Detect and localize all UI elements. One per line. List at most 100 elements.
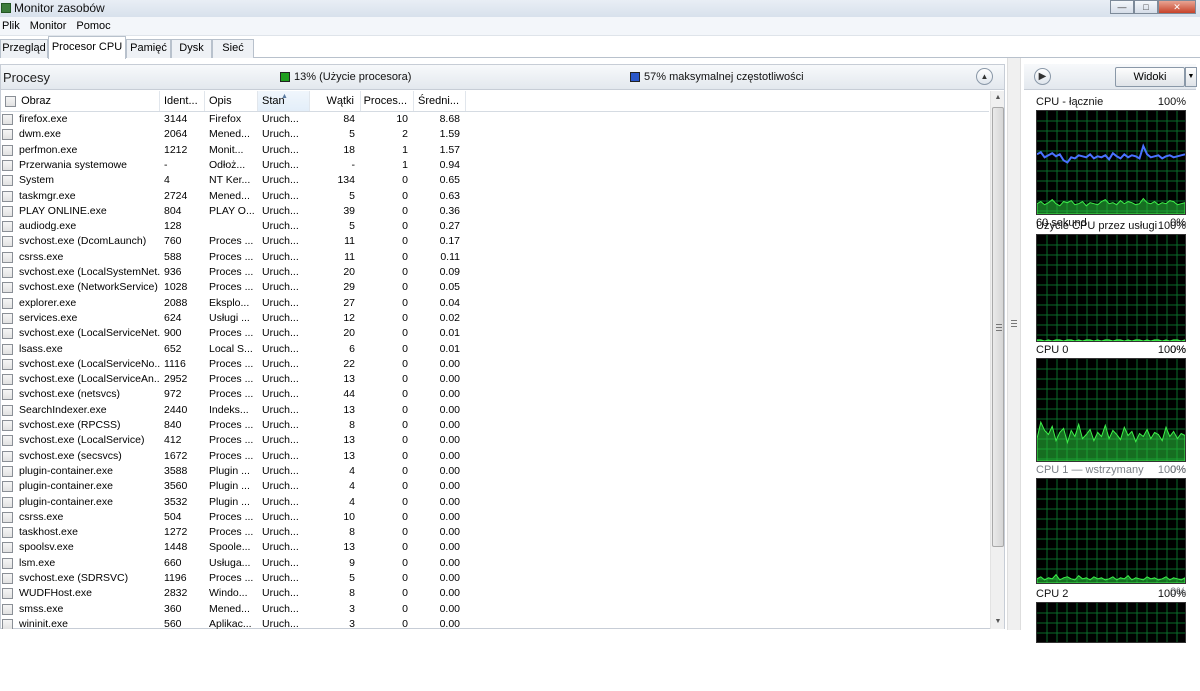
close-button[interactable]: ✕ bbox=[1158, 0, 1196, 14]
row-checkbox[interactable] bbox=[2, 129, 13, 141]
table-row[interactable]: PLAY ONLINE.exe 804 PLAY O... Uruch... 39 0 0.… bbox=[1, 204, 989, 219]
row-checkbox[interactable] bbox=[2, 236, 13, 248]
table-row[interactable]: svchost.exe (LocalSystemNet... 936 Proces … bbox=[1, 265, 989, 280]
table-row[interactable]: WUDFHost.exe 2832 Windo... Uruch... 8 0 0.00 bbox=[1, 586, 989, 601]
row-checkbox[interactable] bbox=[2, 588, 13, 600]
table-row[interactable]: firefox.exe 3144 Firefox Uruch... 84 10 8.68 bbox=[1, 112, 989, 127]
minimize-button[interactable]: — bbox=[1110, 0, 1134, 14]
pane-splitter[interactable] bbox=[1007, 58, 1021, 630]
menu-monitor[interactable]: Monitor bbox=[25, 17, 72, 35]
row-checkbox[interactable] bbox=[2, 465, 13, 477]
table-row[interactable]: SearchIndexer.exe 2440 Indeks... Uruch... 13… bbox=[1, 403, 989, 418]
row-checkbox[interactable] bbox=[2, 297, 13, 309]
row-checkbox[interactable] bbox=[2, 328, 13, 340]
table-row[interactable]: perfmon.exe 1212 Monit... Uruch... 18 1 1.57 bbox=[1, 143, 989, 158]
row-checkbox[interactable] bbox=[2, 527, 13, 539]
table-row[interactable]: svchost.exe (LocalServiceAn... 2952 Proces… bbox=[1, 372, 989, 387]
table-row[interactable]: svchost.exe (LocalServiceNo... 1116 Proces… bbox=[1, 357, 989, 372]
scrollbar-thumb[interactable] bbox=[992, 107, 1004, 547]
table-row[interactable]: plugin-container.exe 3588 Plugin ... Uruch.… bbox=[1, 464, 989, 479]
row-checkbox[interactable] bbox=[2, 389, 13, 401]
select-all-checkbox[interactable] bbox=[5, 95, 16, 107]
table-row[interactable]: explorer.exe 2088 Eksplo... Uruch... 27 0 0.04 bbox=[1, 296, 989, 311]
table-row[interactable]: lsm.exe 660 Usługa... Uruch... 9 0 0.00 bbox=[1, 556, 989, 571]
table-row[interactable]: smss.exe 360 Mened... Uruch... 3 0 0.00 bbox=[1, 602, 989, 617]
row-checkbox[interactable] bbox=[2, 374, 13, 386]
row-checkbox[interactable] bbox=[2, 267, 13, 278]
table-row[interactable]: wininit.exe 560 Aplikac... Uruch... 3 0 0.00 bbox=[1, 617, 989, 629]
expand-chevron-right-icon[interactable]: ▶ bbox=[1034, 68, 1051, 85]
column-threads[interactable]: Wątki bbox=[310, 91, 361, 111]
table-row[interactable]: services.exe 624 Usługi ... Uruch... 12 0 0.02 bbox=[1, 311, 989, 326]
row-checkbox[interactable] bbox=[2, 481, 13, 493]
cell-image: wininit.exe bbox=[19, 617, 69, 629]
row-checkbox[interactable] bbox=[2, 603, 13, 615]
tab-cpu[interactable]: Procesor CPU bbox=[48, 36, 126, 59]
table-row[interactable]: svchost.exe (secsvcs) 1672 Proces ... Uruch… bbox=[1, 449, 989, 464]
table-row[interactable]: spoolsv.exe 1448 Spoole... Uruch... 13 0 0.00 bbox=[1, 540, 989, 555]
row-checkbox[interactable] bbox=[2, 175, 13, 187]
column-cpu[interactable]: Proces... bbox=[361, 91, 414, 111]
views-dropdown-arrow-icon[interactable]: ▼ bbox=[1185, 67, 1197, 87]
column-image[interactable]: Obraz bbox=[1, 91, 160, 111]
row-checkbox[interactable] bbox=[2, 450, 13, 462]
table-row[interactable]: taskmgr.exe 2724 Mened... Uruch... 5 0 0.63 bbox=[1, 189, 989, 204]
maximize-button[interactable]: □ bbox=[1134, 0, 1158, 14]
row-checkbox[interactable] bbox=[2, 573, 13, 584]
table-row[interactable]: svchost.exe (NetworkService) 1028 Proces .… bbox=[1, 280, 989, 295]
table-row[interactable]: svchost.exe (netsvcs) 972 Proces ... Uruch.… bbox=[1, 387, 989, 402]
column-status[interactable]: ▲ Stan bbox=[258, 91, 310, 111]
collapse-chevron-up-icon[interactable]: ▲ bbox=[976, 68, 993, 85]
table-row[interactable]: audiodg.exe 128 Uruch... 5 0 0.27 bbox=[1, 219, 989, 234]
row-checkbox[interactable] bbox=[2, 618, 13, 629]
scroll-down-arrow-icon[interactable]: ▼ bbox=[991, 615, 1005, 629]
row-checkbox[interactable] bbox=[2, 159, 13, 171]
views-button[interactable]: Widoki bbox=[1115, 67, 1185, 87]
row-checkbox[interactable] bbox=[2, 190, 13, 202]
row-checkbox[interactable] bbox=[2, 282, 13, 294]
row-checkbox[interactable] bbox=[2, 435, 13, 447]
table-row[interactable]: plugin-container.exe 3560 Plugin ... Uruch.… bbox=[1, 479, 989, 494]
row-checkbox[interactable] bbox=[2, 343, 13, 355]
menu-plik[interactable]: Plik bbox=[0, 17, 25, 35]
processes-header[interactable]: Procesy 13% (Użycie procesora) 57% maksy… bbox=[1, 65, 1004, 90]
table-row[interactable]: System 4 NT Ker... Uruch... 134 0 0.65 bbox=[1, 173, 989, 188]
tab-disk[interactable]: Dysk bbox=[171, 39, 212, 58]
tab-network[interactable]: Sieć bbox=[212, 39, 254, 58]
row-checkbox[interactable] bbox=[2, 511, 13, 523]
table-row[interactable]: lsass.exe 652 Local S... Uruch... 6 0 0.01 bbox=[1, 342, 989, 357]
row-checkbox[interactable] bbox=[2, 205, 13, 217]
row-checkbox[interactable] bbox=[2, 404, 13, 416]
table-row[interactable]: svchost.exe (DcomLaunch) 760 Proces ... Uru… bbox=[1, 234, 989, 249]
column-average-cpu[interactable]: Średni... bbox=[414, 91, 466, 111]
scroll-up-arrow-icon[interactable]: ▲ bbox=[991, 91, 1005, 105]
row-checkbox[interactable] bbox=[2, 542, 13, 554]
tab-overview[interactable]: Przegląd bbox=[0, 39, 48, 58]
menu-pomoc[interactable]: Pomoc bbox=[71, 17, 115, 35]
table-row[interactable]: taskhost.exe 1272 Proces ... Uruch... 8 0 0.00 bbox=[1, 525, 989, 540]
table-row[interactable]: svchost.exe (RPCSS) 840 Proces ... Uruch...… bbox=[1, 418, 989, 433]
row-checkbox[interactable] bbox=[2, 358, 13, 370]
table-row[interactable]: svchost.exe (LocalService) 412 Proces ... U… bbox=[1, 433, 989, 448]
row-checkbox[interactable] bbox=[2, 312, 13, 324]
table-row[interactable]: csrss.exe 504 Proces ... Uruch... 10 0 0.00 bbox=[1, 510, 989, 525]
cell-average-cpu: 0.17 bbox=[439, 235, 460, 248]
row-checkbox[interactable] bbox=[2, 221, 13, 233]
row-checkbox[interactable] bbox=[2, 251, 13, 263]
table-row[interactable]: svchost.exe (SDRSVC) 1196 Proces ... Uruch.… bbox=[1, 571, 989, 586]
tab-memory[interactable]: Pamięć bbox=[126, 39, 171, 58]
table-row[interactable]: Przerwania systemowe - Odłoż... Uruch... - 1 0… bbox=[1, 158, 989, 173]
row-checkbox[interactable] bbox=[2, 420, 13, 431]
process-list-scrollbar[interactable]: ▲ ▼ bbox=[990, 91, 1004, 629]
row-checkbox[interactable] bbox=[2, 557, 13, 569]
column-pid[interactable]: Ident... bbox=[160, 91, 205, 111]
row-checkbox[interactable] bbox=[2, 144, 13, 156]
row-checkbox[interactable] bbox=[2, 114, 13, 125]
table-row[interactable]: plugin-container.exe 3532 Plugin ... Uruch.… bbox=[1, 495, 989, 510]
cell-pid: 360 bbox=[164, 602, 182, 615]
table-row[interactable]: svchost.exe (LocalServiceNet... 900 Proces… bbox=[1, 326, 989, 341]
row-checkbox[interactable] bbox=[2, 496, 13, 508]
column-description[interactable]: Opis bbox=[205, 91, 258, 111]
table-row[interactable]: dwm.exe 2064 Mened... Uruch... 5 2 1.59 bbox=[1, 127, 989, 142]
table-row[interactable]: csrss.exe 588 Proces ... Uruch... 11 0 0.11 bbox=[1, 250, 989, 265]
